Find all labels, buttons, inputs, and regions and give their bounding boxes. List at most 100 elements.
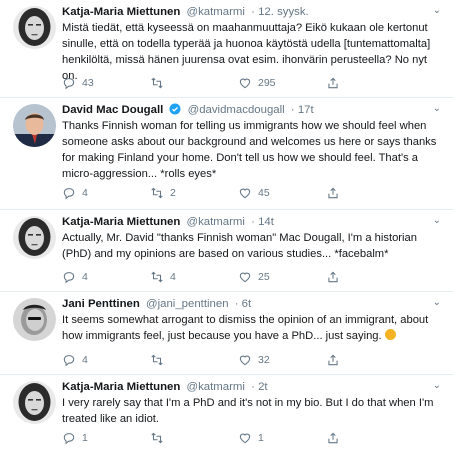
heart-icon xyxy=(239,355,251,366)
reply-icon xyxy=(63,355,75,367)
thinking-face-emoji-icon xyxy=(384,329,396,340)
reply-icon xyxy=(63,272,75,284)
retweet-count: 2 xyxy=(170,187,176,199)
like-count: 25 xyxy=(258,271,270,283)
avatar[interactable] xyxy=(13,104,56,147)
tweet-text: Actually, Mr. David "thanks Finnish woma… xyxy=(62,232,417,260)
heart-icon xyxy=(239,272,251,283)
tweet-text: It seems somewhat arrogant to dismiss th… xyxy=(62,314,429,342)
author-handle[interactable]: @katmarmi xyxy=(187,381,245,393)
retweet-button[interactable] xyxy=(150,76,238,90)
reply-count: 4 xyxy=(82,271,88,283)
author-handle[interactable]: @katmarmi xyxy=(187,216,245,228)
like-button[interactable]: 45 xyxy=(238,186,326,200)
timestamp[interactable]: · 2t xyxy=(251,381,267,393)
retweet-icon xyxy=(151,77,163,89)
like-button[interactable]: 1 xyxy=(238,431,326,445)
share-button[interactable] xyxy=(326,76,346,90)
share-button[interactable] xyxy=(326,186,346,200)
retweet-icon xyxy=(151,271,163,283)
author-handle[interactable]: @katmarmi xyxy=(187,6,245,18)
retweet-icon xyxy=(151,432,163,444)
tweet[interactable]: David Mac Dougall @davidmacdougall · 17t… xyxy=(0,98,453,210)
timestamp[interactable]: · 6t xyxy=(235,298,251,310)
tweet-actions: 1 1 xyxy=(62,431,346,445)
retweet-icon xyxy=(151,187,163,199)
tweet-text-wrap: It seems somewhat arrogant to dismiss th… xyxy=(62,312,445,344)
tweet[interactable]: Jani Penttinen @jani_penttinen · 6t ⌄ It… xyxy=(0,292,453,375)
share-icon xyxy=(328,354,338,366)
retweet-icon xyxy=(151,354,163,366)
tweet[interactable]: Katja-Maria Miettunen @katmarmi · 12. sy… xyxy=(0,0,453,98)
tweet-actions: 43 295 xyxy=(62,76,346,90)
share-button[interactable] xyxy=(326,270,346,284)
tweet-header: Katja-Maria Miettunen @katmarmi · 14t xyxy=(62,215,445,229)
reply-count: 1 xyxy=(82,432,88,444)
tweet-text: Mistä tiedät, että kyseessä on maahanmuu… xyxy=(62,22,431,82)
timestamp[interactable]: · 14t xyxy=(251,216,274,228)
tweet[interactable]: Katja-Maria Miettunen @katmarmi · 14t ⌄ … xyxy=(0,210,453,292)
reply-icon xyxy=(63,433,75,445)
timestamp[interactable]: · 17t xyxy=(291,104,314,116)
tweet-text: I very rarely say that I'm a PhD and it'… xyxy=(62,397,434,425)
tweet-header: Jani Penttinen @jani_penttinen · 6t xyxy=(62,297,445,311)
share-icon xyxy=(328,77,338,89)
author-handle[interactable]: @davidmacdougall xyxy=(188,104,285,116)
reply-button[interactable]: 4 xyxy=(62,353,150,367)
reply-icon xyxy=(63,78,75,90)
timestamp[interactable]: · 12. syysk. xyxy=(251,6,309,18)
author-name[interactable]: Katja-Maria Miettunen xyxy=(62,6,180,18)
author-name[interactable]: David Mac Dougall xyxy=(62,104,163,116)
like-count: 32 xyxy=(258,354,270,366)
like-count: 45 xyxy=(258,187,270,199)
chevron-down-icon[interactable]: ⌄ xyxy=(433,215,441,226)
chevron-down-icon[interactable]: ⌄ xyxy=(433,5,441,16)
retweet-button[interactable] xyxy=(150,431,238,445)
reply-count: 43 xyxy=(82,77,94,89)
author-name[interactable]: Katja-Maria Miettunen xyxy=(62,216,180,228)
author-handle[interactable]: @jani_penttinen xyxy=(146,298,229,310)
avatar[interactable] xyxy=(13,216,56,259)
like-button[interactable]: 295 xyxy=(238,76,326,90)
tweet-thread: Katja-Maria Miettunen @katmarmi · 12. sy… xyxy=(0,0,453,450)
retweet-button[interactable]: 2 xyxy=(150,186,238,200)
reply-button[interactable]: 43 xyxy=(62,76,150,90)
tweet-actions: 4 32 xyxy=(62,353,346,367)
like-count: 295 xyxy=(258,77,276,89)
reply-button[interactable]: 4 xyxy=(62,270,150,284)
avatar[interactable] xyxy=(13,298,56,341)
chevron-down-icon[interactable]: ⌄ xyxy=(433,380,441,391)
verified-badge-icon xyxy=(169,103,181,115)
retweet-button[interactable] xyxy=(150,353,238,367)
chevron-down-icon[interactable]: ⌄ xyxy=(433,297,441,308)
tweet-actions: 4 2 45 xyxy=(62,186,346,200)
share-icon xyxy=(328,432,338,444)
tweet-actions: 4 4 25 xyxy=(62,270,346,284)
tweet[interactable]: Katja-Maria Miettunen @katmarmi · 2t ⌄ I… xyxy=(0,375,453,450)
reply-button[interactable]: 1 xyxy=(62,431,150,445)
author-name[interactable]: Jani Penttinen xyxy=(62,298,140,310)
like-button[interactable]: 25 xyxy=(238,270,326,284)
heart-icon xyxy=(239,433,251,444)
like-button[interactable]: 32 xyxy=(238,353,326,367)
author-name[interactable]: Katja-Maria Miettunen xyxy=(62,381,180,393)
share-button[interactable] xyxy=(326,353,346,367)
share-icon xyxy=(328,271,338,283)
like-count: 1 xyxy=(258,432,264,444)
avatar[interactable] xyxy=(13,6,56,49)
tweet-header: Katja-Maria Miettunen @katmarmi · 12. sy… xyxy=(62,5,445,19)
reply-count: 4 xyxy=(82,187,88,199)
tweet-header: David Mac Dougall @davidmacdougall · 17t xyxy=(62,103,445,117)
retweet-button[interactable]: 4 xyxy=(150,270,238,284)
tweet-text: Thanks Finnish woman for telling us immi… xyxy=(62,120,437,180)
chevron-down-icon[interactable]: ⌄ xyxy=(433,103,441,114)
tweet-header: Katja-Maria Miettunen @katmarmi · 2t xyxy=(62,380,445,394)
avatar[interactable] xyxy=(13,381,56,424)
reply-icon xyxy=(63,188,75,200)
heart-icon xyxy=(239,188,251,199)
share-button[interactable] xyxy=(326,431,346,445)
share-icon xyxy=(328,187,338,199)
heart-icon xyxy=(239,78,251,89)
retweet-count: 4 xyxy=(170,271,176,283)
reply-button[interactable]: 4 xyxy=(62,186,150,200)
